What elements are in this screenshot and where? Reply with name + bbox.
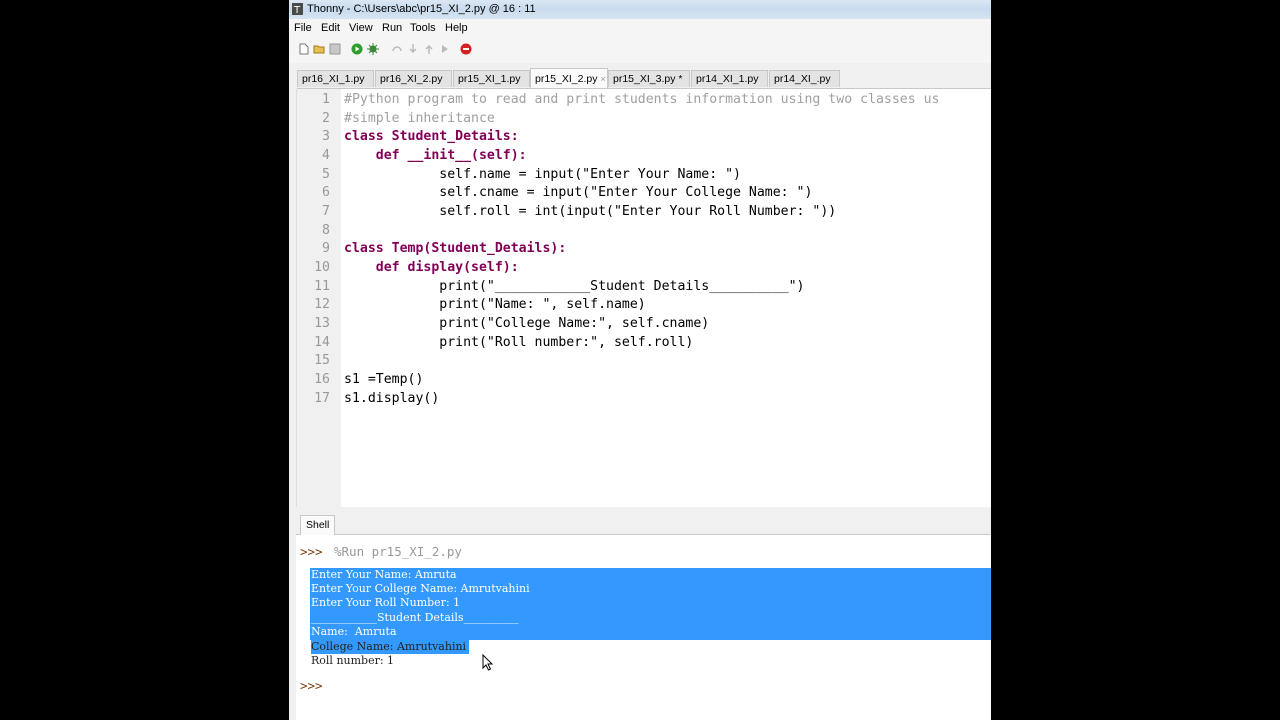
- mouse-cursor-icon: [482, 654, 494, 671]
- tab-pr14-xi[interactable]: pr14_XI_.py: [769, 70, 840, 87]
- tab-label: pr16_XI_2.py: [380, 73, 443, 85]
- shell-panel[interactable]: >>> %Run pr15_XI_2.py Enter Your Name: A…: [296, 535, 991, 720]
- save-icon[interactable]: [329, 43, 341, 55]
- line-number: 10: [314, 260, 330, 275]
- thonny-window: T Thonny - C:\Users\abc\pr15_XI_2.py @ 1…: [289, 0, 991, 720]
- line-number: 13: [314, 316, 330, 331]
- menu-tools[interactable]: Tools: [410, 22, 436, 34]
- svg-text:T: T: [293, 5, 301, 15]
- line-number: 17: [314, 391, 330, 406]
- code-line: class Student_Details:: [344, 129, 519, 144]
- line-number: 4: [322, 148, 330, 163]
- step-over-icon[interactable]: [391, 43, 403, 55]
- code-line: def display(self):: [344, 260, 519, 275]
- menu-file[interactable]: File: [294, 22, 312, 34]
- output-line: Name: Amruta: [311, 625, 397, 639]
- shell-prompt: >>>: [300, 678, 323, 693]
- tab-label: pr14_XI_.py: [774, 73, 831, 85]
- tab-pr15-xi-3[interactable]: pr15_XI_3.py *: [608, 70, 690, 87]
- line-number: 3: [322, 129, 330, 144]
- tab-pr15-xi-1[interactable]: pr15_XI_1.py: [453, 70, 530, 87]
- line-number: 2: [322, 111, 330, 126]
- menu-run[interactable]: Run: [382, 22, 402, 34]
- line-number: 15: [314, 353, 330, 368]
- stop-icon[interactable]: [460, 43, 472, 55]
- tab-pr15-xi-2[interactable]: pr15_XI_2.py ×: [530, 68, 608, 88]
- new-file-icon[interactable]: [298, 43, 310, 55]
- output-line: Enter Your College Name: Amrutvahini: [311, 582, 530, 596]
- line-number: 8: [322, 223, 330, 238]
- code-line: def __init__(self):: [344, 148, 527, 163]
- tab-pr16-xi-2[interactable]: pr16_XI_2.py: [375, 70, 452, 87]
- line-number: 1: [322, 92, 330, 107]
- tab-label: pr16_XI_1.py: [302, 73, 365, 85]
- shell-prompt: >>>: [300, 544, 323, 559]
- title-bar: T Thonny - C:\Users\abc\pr15_XI_2.py @ 1…: [289, 0, 991, 19]
- code-line: s1.display(): [344, 391, 440, 406]
- line-number: 6: [322, 185, 330, 200]
- code-line: print("College Name:", self.cname): [344, 316, 710, 331]
- output-line: Enter Your Roll Number: 1: [311, 596, 461, 610]
- output-line: Roll number: 1: [311, 654, 395, 667]
- step-into-icon[interactable]: [407, 43, 419, 55]
- tab-label: pr15_XI_2.py: [535, 73, 598, 85]
- code-line: print("Roll number:", self.roll): [344, 335, 694, 350]
- window-title: Thonny - C:\Users\abc\pr15_XI_2.py @ 16 …: [307, 3, 536, 15]
- shell-tab-bar: Shell: [296, 514, 991, 535]
- toolbar: [289, 38, 991, 63]
- line-number: 7: [322, 204, 330, 219]
- line-number: 14: [314, 335, 330, 350]
- line-number-gutter: 1 2 3 4 5 6 7 8 9 10 11 12 13 14 15 16 1…: [297, 89, 341, 507]
- thonny-app-icon: T: [292, 3, 303, 15]
- line-number: 12: [314, 297, 330, 312]
- line-number: 9: [322, 241, 330, 256]
- code-line: self.name = input("Enter Your Name: "): [344, 167, 741, 182]
- menu-view[interactable]: View: [349, 22, 373, 34]
- code-line: self.roll = int(input("Enter Your Roll N…: [344, 204, 837, 219]
- menu-bar: File Edit View Run Tools Help: [289, 19, 991, 38]
- output-line: Enter Your Name: Amruta: [311, 568, 457, 582]
- output-line: College Name: Amrutvahini: [311, 640, 469, 654]
- close-icon[interactable]: ×: [600, 74, 605, 84]
- menu-help[interactable]: Help: [445, 22, 468, 34]
- code-line: print("____________Student Details______…: [344, 279, 805, 294]
- code-line: #simple inheritance: [344, 111, 495, 126]
- menu-edit[interactable]: Edit: [321, 22, 340, 34]
- code-line: s1 =Temp(): [344, 372, 424, 387]
- debug-icon[interactable]: [367, 43, 379, 55]
- code-editor[interactable]: 1 2 3 4 5 6 7 8 9 10 11 12 13 14 15 16 1…: [296, 89, 991, 507]
- output-text: College Name: Amrutvahini: [311, 640, 467, 653]
- open-icon[interactable]: [313, 43, 325, 55]
- tab-label: pr15_XI_3.py *: [613, 73, 683, 85]
- code-line: self.cname = input("Enter Your College N…: [344, 185, 813, 200]
- run-icon[interactable]: [351, 43, 363, 55]
- code-line: print("Name: ", self.name): [344, 297, 646, 312]
- line-number: 5: [322, 167, 330, 182]
- tab-pr14-xi-1[interactable]: pr14_XI_1.py: [691, 70, 768, 87]
- run-command-text: %Run pr15_XI_2.py: [334, 544, 462, 559]
- output-line: ____________Student Details__________: [311, 611, 519, 625]
- tab-label: pr14_XI_1.py: [696, 73, 759, 85]
- resume-icon[interactable]: [439, 43, 451, 55]
- tab-pr16-xi-1[interactable]: pr16_XI_1.py: [297, 70, 374, 87]
- tab-label: pr15_XI_1.py: [458, 73, 521, 85]
- editor-tabs: pr16_XI_1.py pr16_XI_2.py pr15_XI_1.py p…: [297, 68, 991, 89]
- line-number: 16: [314, 372, 330, 387]
- step-out-icon[interactable]: [423, 43, 435, 55]
- tab-shell[interactable]: Shell: [300, 515, 336, 535]
- code-line: class Temp(Student_Details):: [344, 241, 567, 256]
- line-number: 11: [314, 279, 330, 294]
- code-line: #Python program to read and print studen…: [344, 92, 940, 107]
